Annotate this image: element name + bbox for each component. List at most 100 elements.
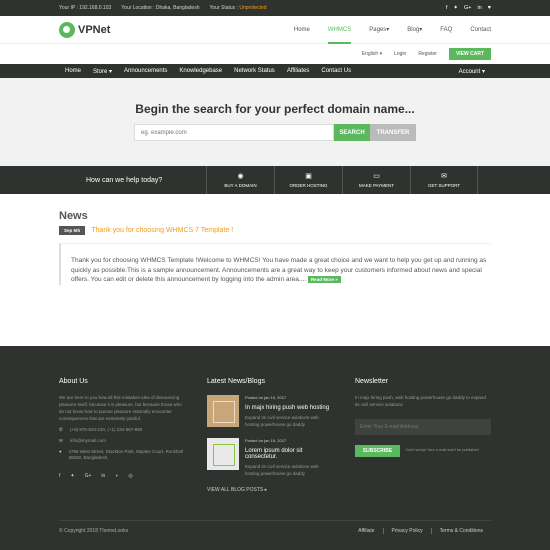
- rss-icon[interactable]: ◗: [115, 473, 118, 479]
- nav-whmcs[interactable]: WHMCS: [327, 16, 352, 44]
- logo-icon: [59, 21, 75, 38]
- post-desc: Expand its civil service aviations web h…: [245, 415, 319, 427]
- news-section: News Sep 6th Thank you for choosing WHMC…: [59, 210, 491, 285]
- footer-social-links: f ✦ G+ in ◗ ◎: [59, 473, 184, 479]
- post-title[interactable]: In majx hiring push web hosting: [245, 405, 332, 411]
- footer-blog: Latest News/Blogs Posted on jan 19, 2017…: [207, 378, 332, 493]
- nav-blog[interactable]: Blog ▾: [407, 16, 422, 44]
- navbar-network-status[interactable]: Network Status: [228, 68, 281, 74]
- post-desc: Expand its civil service aviations web h…: [245, 464, 319, 476]
- chevron-down-icon: ▾: [386, 27, 390, 33]
- blog-post[interactable]: Posted on jan 19, 2017 In majx hiring pu…: [207, 395, 332, 428]
- google-plus-icon[interactable]: G+: [85, 473, 92, 479]
- view-cart-button[interactable]: VIEW CART: [448, 48, 491, 60]
- twitter-icon[interactable]: ✦: [70, 473, 74, 479]
- facebook-icon[interactable]: f: [59, 473, 60, 479]
- nav-home[interactable]: Home: [294, 16, 310, 44]
- order-hosting-link[interactable]: ▣ ORDER HOSTING: [274, 166, 342, 194]
- contact-email: ✉ info@mymail.com: [59, 438, 106, 443]
- nav-faq[interactable]: FAQ: [440, 16, 452, 44]
- chevron-down-icon: ▾: [419, 27, 423, 33]
- about-heading: About Us: [59, 378, 88, 385]
- news-meta: Sep 6th Thank you for choosing WHMCS 7 T…: [59, 226, 491, 235]
- copyright-text: © Copyright 2018 ThemeLooks: [59, 528, 129, 534]
- newsletter-heading: Newsletter: [355, 378, 389, 385]
- credit-card-icon: ▭: [373, 173, 380, 180]
- news-title-link[interactable]: Thank you for choosing WHMCS 7 Template …: [91, 227, 233, 234]
- newsletter-note: Don't worry! Your e-mail won't be publis…: [406, 448, 479, 453]
- map-marker-icon: ●: [59, 449, 62, 454]
- footer-bottom: © Copyright 2018 ThemeLooks Affiliate Pr…: [59, 520, 491, 534]
- blog-post[interactable]: Posted on jan 19, 2017 Lorem ipsum dolor…: [207, 438, 332, 477]
- subscribe-button[interactable]: SUBSCRIBE: [355, 445, 400, 457]
- linkedin-icon[interactable]: in: [101, 473, 105, 479]
- newsletter-actions: SUBSCRIBE Don't worry! Your e-mail won't…: [355, 445, 491, 457]
- hero-title: Begin the search for your perfect domain…: [135, 102, 415, 116]
- navbar-account[interactable]: Account ▾: [453, 68, 491, 75]
- account-bar: English ▾ Login Register VIEW CART: [0, 44, 550, 64]
- newsletter-email-input[interactable]: [355, 419, 491, 435]
- mail-icon: ✉: [59, 438, 63, 443]
- navbar-knowledgebase[interactable]: Knowledgebase: [173, 68, 228, 74]
- privacy-policy-link[interactable]: Privacy Policy: [382, 528, 431, 534]
- navbar-announcements[interactable]: Announcements: [118, 68, 173, 74]
- linkedin-icon[interactable]: in: [477, 5, 481, 11]
- buy-domain-link[interactable]: ◉ BUY A DOMAIN: [206, 166, 274, 194]
- chevron-down-icon: ▾: [109, 68, 113, 75]
- about-text: We are here to you how all this mistaken…: [59, 395, 182, 421]
- navbar-affiliates[interactable]: Affiliates: [281, 68, 316, 74]
- chevron-right-icon: ▸: [264, 487, 268, 493]
- google-plus-icon[interactable]: G+: [464, 5, 472, 11]
- get-support-link[interactable]: ✉ GET SUPPORT: [410, 166, 478, 194]
- navbar-store[interactable]: Store ▾: [87, 68, 118, 75]
- domain-search-input[interactable]: [134, 124, 334, 141]
- post-thumbnail: [207, 438, 239, 470]
- news-date-badge: Sep 6th: [59, 226, 86, 235]
- server-icon: ▣: [305, 173, 312, 180]
- domain-search-hero: Begin the search for your perfect domain…: [0, 78, 550, 166]
- make-payment-link[interactable]: ▭ MAKE PAYMENT: [342, 166, 410, 194]
- chevron-down-icon: ▾: [379, 51, 383, 57]
- terms-link[interactable]: Terms & Conditions: [430, 528, 491, 534]
- instagram-icon[interactable]: ◎: [128, 473, 132, 479]
- domain-search-form: SEARCH TRANSFER: [0, 124, 550, 141]
- login-link[interactable]: Login: [394, 51, 406, 57]
- chevron-down-icon: ▾: [481, 68, 485, 75]
- help-bar: How can we help today? ◉ BUY A DOMAIN ▣ …: [0, 166, 550, 194]
- help-title: How can we help today?: [86, 176, 163, 184]
- transfer-button[interactable]: TRANSFER: [370, 124, 416, 141]
- whmcs-navbar: Home Store ▾ Announcements Knowledgebase…: [0, 64, 550, 78]
- nav-contact[interactable]: Contact: [470, 16, 491, 44]
- heart-icon[interactable]: ♥: [488, 5, 491, 11]
- top-info-bar: Your IP : 192.168.0.103 Your Location : …: [0, 0, 550, 16]
- language-select[interactable]: English ▾: [362, 51, 382, 57]
- footer-about: About Us We are here to you how all this…: [59, 378, 184, 479]
- logo[interactable]: VPNet: [59, 21, 111, 38]
- post-title[interactable]: Lorem ipsum dolor sit consectetur.: [245, 448, 332, 460]
- envelope-icon: ✉: [441, 173, 447, 180]
- main-header: VPNet Home WHMCS Pages ▾ Blog ▾ FAQ Contac…: [0, 16, 550, 44]
- twitter-icon[interactable]: ✦: [453, 5, 458, 11]
- facebook-icon[interactable]: f: [446, 5, 448, 11]
- logo-text: VPNet: [78, 23, 111, 36]
- phone-icon: ✆: [59, 427, 63, 432]
- status-value: Unprotected: [239, 5, 267, 11]
- newsletter-text: In majx hiring push, web hosting powerho…: [355, 395, 486, 407]
- top-social-links: f ✦ G+ in ♥: [446, 5, 491, 11]
- main-nav: Home WHMCS Pages ▾ Blog ▾ FAQ Contact: [294, 16, 491, 44]
- register-link[interactable]: Register: [418, 51, 437, 57]
- post-date: Posted on jan 19, 2017: [245, 395, 287, 400]
- read-more-button[interactable]: Read More »: [307, 276, 341, 283]
- news-body: Thank you for choosing WHMCS Template !W…: [59, 243, 491, 285]
- search-button[interactable]: SEARCH: [334, 124, 370, 141]
- affiliate-link[interactable]: Affiliate: [350, 528, 382, 534]
- contact-address: ● 4798 West Street, Stockton Park, Maplee…: [59, 449, 183, 460]
- news-heading: News: [59, 210, 88, 222]
- nav-pages[interactable]: Pages ▾: [369, 16, 389, 44]
- footer: About Us We are here to you how all this…: [0, 346, 550, 550]
- status-text: Your Status : Unprotected: [209, 5, 267, 11]
- footer-links: Affiliate Privacy Policy Terms & Conditi…: [350, 528, 491, 534]
- navbar-home[interactable]: Home: [59, 68, 87, 74]
- navbar-contact-us[interactable]: Contact Us: [315, 68, 357, 74]
- view-all-posts-link[interactable]: VIEW ALL BLOG POSTS ▸: [207, 487, 332, 493]
